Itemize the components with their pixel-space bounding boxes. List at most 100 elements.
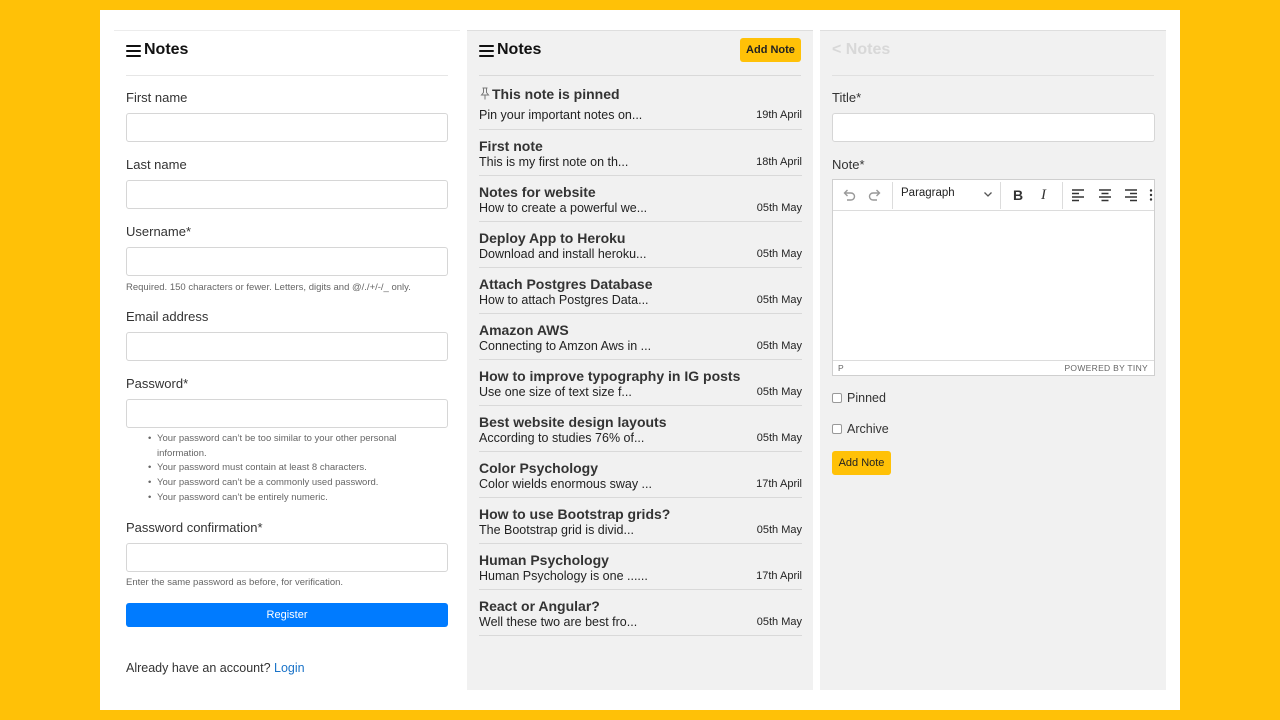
note-snippet: Color wields enormous sway ... bbox=[479, 477, 652, 491]
note-item[interactable]: Human Psychology Human Psychology is one … bbox=[479, 544, 802, 590]
note-item[interactable]: Amazon AWS Connecting to Amzon Aws in ...… bbox=[479, 314, 802, 360]
note-title-text: This note is pinned bbox=[492, 86, 620, 102]
note-item[interactable]: Color Psychology Color wields enormous sw… bbox=[479, 452, 802, 498]
menu-icon[interactable] bbox=[126, 45, 141, 58]
note-item[interactable]: Best website design layouts According to … bbox=[479, 406, 802, 452]
note-snippet: Pin your important notes on... bbox=[479, 108, 643, 122]
note-date: 05th May bbox=[756, 248, 802, 260]
note-title: How to use Bootstrap grids? bbox=[479, 506, 670, 522]
brand-title[interactable]: Notes bbox=[497, 41, 541, 59]
note-title: How to improve typography in IG posts bbox=[479, 368, 740, 384]
note-title-text: How to improve typography in IG posts bbox=[479, 368, 741, 384]
note-title: Notes for website bbox=[479, 184, 596, 200]
password-label: Password* bbox=[126, 376, 189, 391]
pinned-checkbox[interactable]: Pinned bbox=[832, 391, 886, 405]
toolbar-divider bbox=[1062, 182, 1063, 209]
add-note-panel: < Notes Title* Note* Paragraph B I P POW… bbox=[820, 30, 1166, 690]
note-title-text: Notes for website bbox=[479, 184, 596, 200]
align-left-icon[interactable] bbox=[1071, 188, 1085, 202]
editor-statusbar: P POWERED BY TINY bbox=[833, 360, 1154, 375]
rich-text-editor[interactable]: Paragraph B I P POWERED BY TINY bbox=[832, 179, 1155, 376]
note-title-text: How to use Bootstrap grids? bbox=[479, 506, 671, 522]
pinned-checkbox-box[interactable] bbox=[832, 393, 842, 403]
bold-icon[interactable]: B bbox=[1013, 187, 1023, 205]
note-title: Human Psychology bbox=[479, 552, 609, 568]
note-date: 17th April bbox=[756, 570, 802, 582]
note-item[interactable]: How to use Bootstrap grids? The Bootstrap… bbox=[479, 498, 802, 544]
note-date: 05th May bbox=[756, 202, 802, 214]
note-title: Best website design layouts bbox=[479, 414, 667, 430]
password-rule: Your password can’t be a commonly used p… bbox=[148, 476, 438, 491]
password-confirmation-label: Password confirmation* bbox=[126, 520, 263, 535]
pin-icon bbox=[480, 87, 490, 100]
block-format-select[interactable]: Paragraph bbox=[901, 187, 955, 199]
powered-by[interactable]: POWERED BY TINY bbox=[1064, 363, 1148, 373]
title-label: Title* bbox=[832, 90, 862, 105]
first-name-input[interactable] bbox=[126, 113, 448, 142]
email-input[interactable] bbox=[126, 332, 448, 361]
login-link[interactable]: Login bbox=[274, 661, 305, 675]
submit-note-button[interactable]: Add Note bbox=[832, 451, 891, 475]
redo-icon[interactable] bbox=[867, 186, 883, 204]
email-label: Email address bbox=[126, 309, 209, 324]
note-date: 05th May bbox=[756, 340, 802, 352]
add-note-button[interactable]: Add Note bbox=[740, 38, 801, 62]
note-snippet: The Bootstrap grid is divid... bbox=[479, 523, 634, 537]
toolbar-divider bbox=[892, 182, 893, 209]
note-title-text: Human Psychology bbox=[479, 552, 609, 568]
note-title: React or Angular? bbox=[479, 598, 600, 614]
note-title-text: Deploy App to Heroku bbox=[479, 230, 626, 246]
last-name-input[interactable] bbox=[126, 180, 448, 209]
chevron-down-icon[interactable] bbox=[983, 189, 993, 199]
login-prompt: Already have an account? Login bbox=[126, 661, 305, 675]
note-date: 05th May bbox=[756, 524, 802, 536]
note-title: Amazon AWS bbox=[479, 322, 569, 338]
note-item[interactable]: Attach Postgres Database How to attach Po… bbox=[479, 268, 802, 314]
already-text: Already have an account? bbox=[126, 661, 271, 675]
add-note-header: < Notes bbox=[832, 31, 1154, 76]
register-button[interactable]: Register bbox=[126, 603, 448, 627]
note-date: 17th April bbox=[756, 478, 802, 490]
username-label: Username* bbox=[126, 224, 192, 239]
username-help: Required. 150 characters or fewer. Lette… bbox=[126, 282, 411, 293]
undo-icon[interactable] bbox=[841, 186, 857, 204]
username-input[interactable] bbox=[126, 247, 448, 276]
note-date: 19th April bbox=[756, 109, 802, 121]
note-date: 05th May bbox=[756, 616, 802, 628]
note-title: Attach Postgres Database bbox=[479, 276, 653, 292]
note-title: Color Psychology bbox=[479, 460, 598, 476]
note-item[interactable]: React or Angular? Well these two are best… bbox=[479, 590, 802, 636]
brand-title[interactable]: Notes bbox=[144, 41, 188, 59]
note-title-text: Best website design layouts bbox=[479, 414, 667, 430]
align-center-icon[interactable] bbox=[1098, 188, 1112, 202]
menu-icon[interactable] bbox=[479, 45, 494, 58]
note-title-text: React or Angular? bbox=[479, 598, 600, 614]
title-input[interactable] bbox=[832, 113, 1155, 142]
more-icon[interactable] bbox=[1149, 188, 1153, 202]
archive-checkbox[interactable]: Archive bbox=[832, 422, 889, 436]
note-date: 05th May bbox=[756, 294, 802, 306]
password-confirmation-input[interactable] bbox=[126, 543, 448, 572]
archive-checkbox-box[interactable] bbox=[832, 424, 842, 434]
italic-icon[interactable]: I bbox=[1041, 187, 1046, 205]
align-right-icon[interactable] bbox=[1124, 188, 1138, 202]
password-rule: Your password can’t be entirely numeric. bbox=[148, 491, 438, 506]
archive-label: Archive bbox=[847, 422, 889, 436]
last-name-label: Last name bbox=[126, 157, 187, 172]
note-title-text: Color Psychology bbox=[479, 460, 599, 476]
note-item[interactable]: This note is pinned Pin your important no… bbox=[479, 77, 802, 130]
back-link[interactable]: < Notes bbox=[832, 41, 890, 59]
note-item[interactable]: Notes for website How to create a powerfu… bbox=[479, 176, 802, 222]
note-snippet: How to attach Postgres Data... bbox=[479, 293, 649, 307]
note-label: Note* bbox=[832, 157, 865, 172]
password-rule: Your password can’t be too similar to yo… bbox=[148, 432, 438, 461]
password-rules: Your password can’t be too similar to yo… bbox=[148, 432, 438, 506]
first-name-label: First name bbox=[126, 90, 188, 105]
note-title-text: Attach Postgres Database bbox=[479, 276, 653, 292]
note-item[interactable]: Deploy App to Heroku Download and install… bbox=[479, 222, 802, 268]
note-item[interactable]: How to improve typography in IG posts Use… bbox=[479, 360, 802, 406]
note-title: First note bbox=[479, 138, 543, 154]
password-input[interactable] bbox=[126, 399, 448, 428]
note-snippet: Human Psychology is one ...... bbox=[479, 569, 648, 583]
note-item[interactable]: First note This is my first note on th...… bbox=[479, 130, 802, 176]
